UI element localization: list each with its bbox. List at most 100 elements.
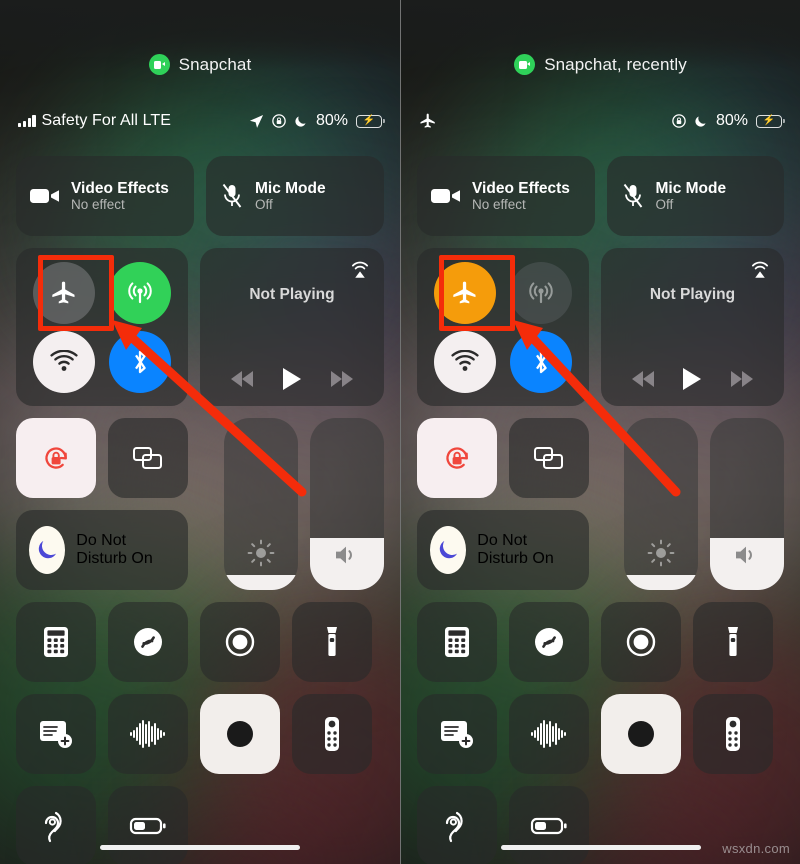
forward-icon[interactable] [731,371,754,387]
active-app-indicator: Snapchat [0,54,400,75]
dnd-subtitle: On [532,550,554,567]
media-status-label: Not Playing [249,286,335,303]
shazam-button[interactable] [509,602,589,682]
screen-record-button[interactable] [601,602,681,682]
conference-row: Video Effects No effect Mic Mode Off [16,156,384,236]
video-camera-icon [30,186,60,206]
dark-mode-button[interactable] [200,694,280,774]
video-effects-tile[interactable]: Video Effects No effect [417,156,595,236]
calculator-button[interactable] [417,602,497,682]
low-power-mode-button[interactable] [108,786,188,864]
hearing-button[interactable] [16,786,96,864]
home-indicator [500,845,701,850]
flashlight-button[interactable] [292,602,372,682]
voice-memos-button[interactable] [509,694,589,774]
volume-slider[interactable] [710,418,784,590]
shortcut-grid [16,602,384,864]
dnd-title: Do Not Disturb [76,532,127,567]
video-effects-tile[interactable]: Video Effects No effect [16,156,194,236]
shazam-button[interactable] [108,602,188,682]
rotation-lock-button[interactable] [417,418,497,498]
active-app-indicator: Snapchat, recently [401,54,800,75]
hearing-button[interactable] [417,786,497,864]
home-indicator [100,845,300,850]
cellular-bars-icon [18,115,36,127]
brightness-slider[interactable] [624,418,698,590]
battery-percent-label: 80% [715,112,748,129]
mic-mode-tile[interactable]: Mic Mode Off [206,156,384,236]
control-center: Snapchat, recently 80% ⚡ Video Effects N… [401,0,800,864]
bluetooth-button[interactable] [109,330,171,393]
mic-mode-tile[interactable]: Mic Mode Off [606,156,784,236]
location-arrow-icon [249,114,264,129]
video-effects-title: Video Effects [472,179,570,197]
airplay-audio-icon[interactable] [349,259,371,281]
calculator-button[interactable] [16,602,96,682]
do-not-disturb-tile[interactable]: Do Not Disturb On [16,510,188,590]
crescent-moon-icon [294,114,308,128]
tv-remote-button[interactable] [693,694,773,774]
cellular-data-button[interactable] [109,261,171,324]
shortcut-grid [417,602,784,864]
mic-mode-title: Mic Mode [255,179,326,197]
dark-mode-button[interactable] [601,694,681,774]
mic-slash-icon [220,183,244,209]
cellular-data-button[interactable] [510,261,572,324]
crescent-moon-icon [694,114,708,128]
control-center: Snapchat Safety For All LTE 80% ⚡ Video … [0,0,400,864]
bluetooth-button[interactable] [510,330,572,393]
shortcut-row [16,602,384,682]
charging-bolt-icon: ⚡ [362,115,376,126]
shortcut-row [417,602,784,682]
media-module[interactable]: Not Playing [200,248,384,406]
brightness-slider[interactable] [224,418,298,590]
screen-mirroring-button[interactable] [108,418,188,498]
conference-row: Video Effects No effect Mic Mode Off [417,156,784,236]
notes-add-button[interactable] [16,694,96,774]
airplane-highlight-box [439,255,515,331]
camera-badge-icon [148,54,170,75]
battery-icon: ⚡ [356,114,385,128]
control-center-panel-before: Snapchat Safety For All LTE 80% ⚡ Video … [0,0,400,864]
video-effects-title: Video Effects [71,179,169,197]
moon-icon [430,526,467,574]
wifi-button[interactable] [33,330,95,393]
low-power-mode-button[interactable] [509,786,589,864]
shortcut-row [16,694,384,774]
mic-mode-subtitle: Off [655,196,674,212]
play-icon[interactable] [283,368,301,390]
status-bar: Safety For All LTE 80% ⚡ [18,108,385,134]
airplane-highlight-box [38,255,114,331]
speaker-icon [310,542,384,568]
screen-record-button[interactable] [200,602,280,682]
flashlight-button[interactable] [693,602,773,682]
media-status-label: Not Playing [649,286,736,303]
mic-slash-icon [621,183,645,209]
do-not-disturb-tile[interactable]: Do Not Disturb On [417,510,589,590]
airplay-audio-icon[interactable] [749,259,771,281]
active-app-label: Snapchat [178,54,252,74]
forward-icon[interactable] [331,371,353,387]
control-center-panel-after: Snapchat, recently 80% ⚡ Video Effects N… [400,0,800,864]
rewind-icon[interactable] [631,371,654,387]
wifi-button[interactable] [434,330,496,393]
shortcut-row [16,786,384,864]
charging-bolt-icon: ⚡ [762,115,776,126]
media-module[interactable]: Not Playing [601,248,784,406]
battery-icon: ⚡ [756,114,785,128]
carrier-label: Safety For All LTE [41,112,172,129]
tv-remote-button[interactable] [292,694,372,774]
play-icon[interactable] [683,368,702,390]
screen-mirroring-button[interactable] [509,418,589,498]
brightness-icon [624,538,698,568]
toggles-sliders-row: Do Not Disturb On [16,418,384,590]
rewind-icon[interactable] [231,371,253,387]
rotation-lock-button[interactable] [16,418,96,498]
rotation-lock-icon [272,114,286,128]
speaker-icon [710,542,784,568]
voice-memos-button[interactable] [108,694,188,774]
status-bar: 80% ⚡ [419,108,785,134]
notes-add-button[interactable] [417,694,497,774]
comparison-stage: Snapchat Safety For All LTE 80% ⚡ Video … [0,0,800,864]
volume-slider[interactable] [310,418,384,590]
